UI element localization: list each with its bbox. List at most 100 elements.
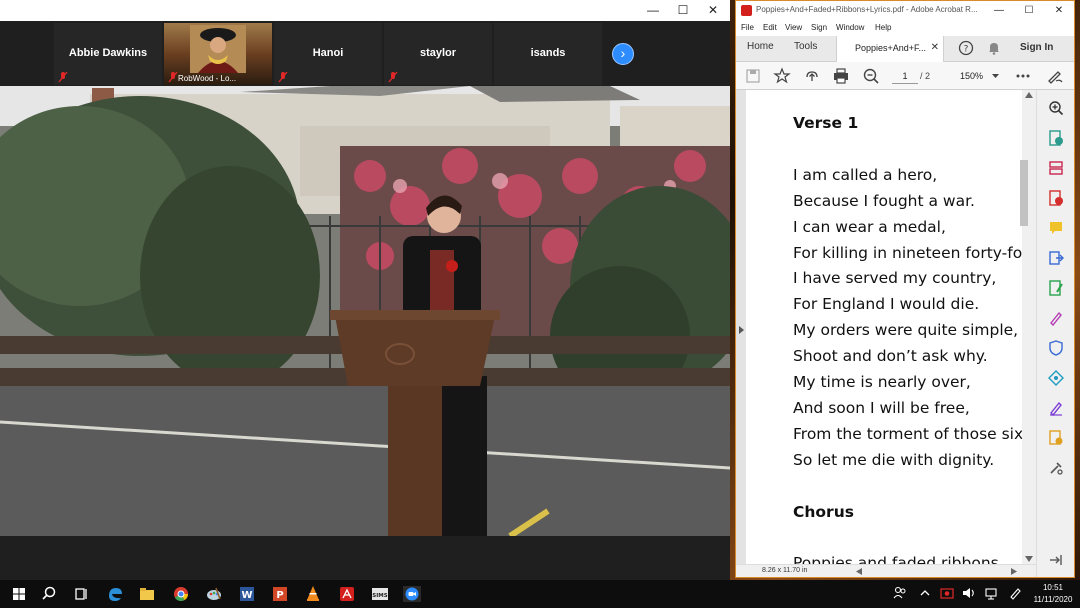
tools-pane [1036,90,1074,577]
search-icon[interactable] [38,584,60,604]
upload-share-icon[interactable] [803,67,821,85]
scroll-down-icon[interactable] [1025,556,1033,562]
help-icon[interactable]: ? [958,40,974,56]
left-panel-toggle[interactable] [736,90,746,564]
organize-pages-icon[interactable] [1048,160,1064,176]
zoom-close-button[interactable]: ✕ [698,0,728,21]
acrobat-toolbar: 1 / 2 150% [736,62,1074,90]
svg-text:?: ? [964,45,969,55]
page-number-input[interactable]: 1 [892,68,918,84]
scroll-right-icon[interactable] [1011,568,1017,575]
sign-in-button[interactable]: Sign In [1020,42,1053,53]
sims-icon[interactable]: SIMS [369,584,391,604]
people-icon[interactable] [893,586,907,600]
windows-start-icon[interactable] [8,584,30,604]
tab-document[interactable]: Poppies+And+F... ✕ [836,36,944,62]
zoom-in-tool-icon[interactable] [1048,100,1064,116]
status-bar: 8.26 x 11.70 in [736,564,1036,577]
tab-document-label: Poppies+And+F... [855,43,927,53]
edge-browser-icon[interactable] [104,584,126,604]
menu-view[interactable]: View [785,23,802,32]
save-icon[interactable] [744,67,762,85]
document-view[interactable]: Verse 1 I am called a hero, Because I foug… [736,90,1036,564]
menu-window[interactable]: Window [836,23,864,32]
certificate-icon[interactable] [1048,430,1064,446]
paint-app-icon[interactable] [203,584,225,604]
zoom-out-icon[interactable] [862,67,880,85]
muted-mic-icon [58,71,68,83]
request-signature-icon[interactable] [1048,400,1064,416]
zoom-maximize-button[interactable]: ☐ [668,0,698,21]
menu-edit[interactable]: Edit [763,23,777,32]
fill-sign-icon[interactable] [1048,310,1064,326]
vlc-icon[interactable] [302,584,324,604]
participant-tile[interactable]: isands [494,23,602,85]
menu-file[interactable]: File [741,23,754,32]
more-tools-icon[interactable] [1048,460,1064,476]
tab-close-button[interactable]: ✕ [931,42,939,53]
participant-tile[interactable]: Hanoi [274,23,382,85]
zoom-taskbar-icon[interactable] [401,584,423,604]
participant-name: staylor [419,47,457,59]
clock-time: 10:51 [1042,583,1064,592]
enhance-scan-icon[interactable] [1048,370,1064,386]
acrobat-close-button[interactable]: ✕ [1044,1,1074,21]
document-text-line: From the torment of those six lo [793,424,1022,443]
menu-sign[interactable]: Sign [811,23,827,32]
zoom-level-dropdown[interactable]: 150% [954,68,1002,84]
windows-taskbar: W P SIMS 10:51 11/11/2020 [0,580,1080,608]
participant-tile[interactable]: RobWood - Lo... [164,23,272,85]
camera-tray-icon[interactable] [940,586,954,600]
svg-text:SIMS: SIMS [372,593,387,599]
document-heading: Chorus [793,502,854,521]
acrobat-taskbar-icon[interactable] [336,584,358,604]
tab-home[interactable]: Home [747,41,774,52]
sign-pen-icon[interactable] [1046,67,1064,85]
taskbar-clock[interactable]: 10:51 11/11/2020 [1028,582,1078,606]
active-speaker-video[interactable] [0,86,730,536]
scroll-up-icon[interactable] [1025,92,1033,98]
print-icon[interactable] [832,67,850,85]
participant-video-thumbnail [190,25,246,73]
participant-tile[interactable]: staylor [384,23,492,85]
pen-workspace-icon[interactable] [1008,586,1022,600]
export-pdf-icon[interactable] [1048,130,1064,146]
document-text-line: Because I fought a war. [793,191,975,210]
acrobat-minimize-button[interactable]: — [984,1,1014,21]
clock-date: 11/11/2020 [1033,595,1073,604]
zoom-minimize-button[interactable]: — [638,0,668,21]
task-view-icon[interactable] [70,584,92,604]
zoom-bottom-bar [0,536,730,580]
show-hidden-icons-chevron-icon[interactable] [918,586,932,600]
more-options-icon[interactable] [1014,67,1032,85]
chrome-icon[interactable] [170,584,192,604]
scrollbar-thumb[interactable] [1020,160,1028,226]
chevron-down-icon [992,74,999,78]
protect-shield-icon[interactable] [1048,340,1064,356]
comment-icon[interactable] [1048,220,1064,236]
edit-pdf-icon[interactable] [1048,280,1064,296]
powerpoint-icon[interactable]: P [269,584,291,604]
acrobat-maximize-button[interactable]: ☐ [1014,1,1044,21]
file-explorer-icon[interactable] [136,584,158,604]
next-participants-button[interactable]: › [612,43,634,65]
scroll-left-icon[interactable] [856,568,862,575]
muted-mic-icon [388,71,398,83]
create-pdf-icon[interactable] [1048,190,1064,206]
network-icon[interactable] [984,586,998,600]
notification-bell-icon[interactable] [986,40,1002,56]
chevron-right-icon [739,326,744,334]
bookmark-star-icon[interactable] [773,67,791,85]
speaker-video-frame [0,86,730,536]
menu-help[interactable]: Help [875,23,891,32]
send-share-icon[interactable] [1048,250,1064,266]
word-icon[interactable]: W [236,584,258,604]
volume-icon[interactable] [962,586,976,600]
participant-tile[interactable]: Abbie Dawkins [54,23,162,85]
collapse-pane-icon[interactable] [1048,552,1064,568]
document-text-line: Shoot and don’t ask why. [793,347,988,366]
document-text-line: And soon I will be free, [793,398,970,417]
document-text-line: I can wear a medal, [793,217,946,236]
tab-tools[interactable]: Tools [794,41,817,52]
page-total: / 2 [920,71,931,81]
